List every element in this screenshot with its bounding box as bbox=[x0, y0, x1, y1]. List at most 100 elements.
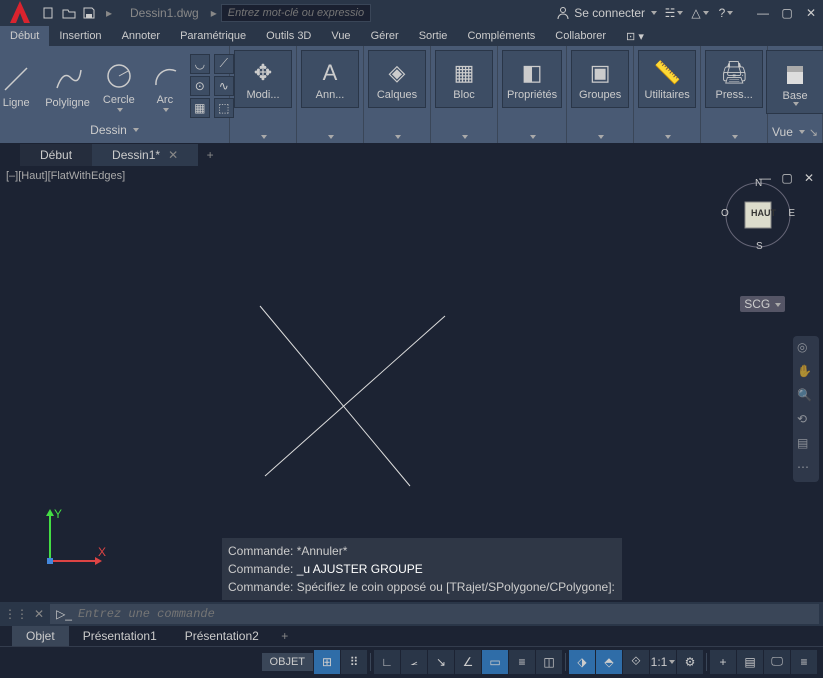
drawing-content bbox=[40, 196, 520, 576]
menu-tab-extra[interactable]: ⊡ ▾ bbox=[616, 26, 654, 46]
dynucs-toggle[interactable]: ⟐ bbox=[623, 650, 649, 674]
file-name: Dessin1.dwg bbox=[130, 6, 199, 20]
minimize-button[interactable]: — bbox=[755, 5, 771, 21]
arc-button[interactable]: Arc bbox=[144, 56, 186, 116]
search-chevron-icon[interactable]: ▸ bbox=[211, 6, 217, 20]
polyline-button[interactable]: Polyligne bbox=[41, 59, 94, 113]
panel-0-expand[interactable] bbox=[259, 133, 267, 141]
osnaptrack-toggle[interactable]: ∠ bbox=[455, 650, 481, 674]
cmdline-handle-icon[interactable]: ⋮⋮ bbox=[4, 607, 28, 621]
panel-3-button[interactable]: ▦Bloc bbox=[435, 50, 493, 108]
panel-5-expand[interactable] bbox=[596, 133, 604, 141]
svg-text:X: X bbox=[98, 545, 106, 559]
close-tab-icon[interactable]: ✕ bbox=[168, 148, 178, 162]
vue-panel-title[interactable]: Vue ↘ bbox=[772, 123, 818, 141]
lineweight-toggle[interactable]: ≡ bbox=[509, 650, 535, 674]
gear-icon[interactable]: ⚙ bbox=[677, 650, 703, 674]
qat-open-icon[interactable] bbox=[60, 4, 78, 22]
nav-wheel-icon[interactable]: ◎ bbox=[797, 340, 815, 358]
vp-close-icon[interactable]: ✕ bbox=[801, 170, 817, 186]
command-input[interactable] bbox=[78, 607, 813, 621]
panel-0-button[interactable]: ✥Modi... bbox=[234, 50, 292, 108]
snap-toggle[interactable]: ⠿ bbox=[341, 650, 367, 674]
isodraft-toggle[interactable]: ↘ bbox=[428, 650, 454, 674]
panel-2-expand[interactable] bbox=[393, 133, 401, 141]
menu-tab-annoter[interactable]: Annoter bbox=[112, 26, 171, 46]
layout-tab-model[interactable]: Objet bbox=[12, 626, 69, 646]
small-tool-1[interactable]: ◡ bbox=[190, 54, 210, 74]
close-button[interactable]: ✕ bbox=[803, 5, 819, 21]
menu-tab-compléments[interactable]: Compléments bbox=[457, 26, 545, 46]
keyword-search-input[interactable] bbox=[221, 4, 371, 22]
drawing-viewport[interactable]: [–][Haut][FlatWithEdges] — ▢ ✕ X Y HAUT … bbox=[0, 166, 823, 602]
nav-orbit-icon[interactable]: ⟲ bbox=[797, 412, 815, 430]
circle-button[interactable]: Cercle bbox=[98, 56, 140, 116]
user-icon bbox=[556, 6, 570, 20]
qat-save-icon[interactable] bbox=[80, 4, 98, 22]
menu-tab-vue[interactable]: Vue bbox=[321, 26, 360, 46]
panel-1-expand[interactable] bbox=[326, 133, 334, 141]
signin-button[interactable]: Se connecter bbox=[556, 6, 657, 20]
command-history: Commande: *Annuler* Commande: _u AJUSTER… bbox=[222, 538, 622, 600]
transparency-toggle[interactable]: ◫ bbox=[536, 650, 562, 674]
cart-icon[interactable]: ☵ bbox=[665, 4, 683, 22]
nav-pan-icon[interactable]: ✋ bbox=[797, 364, 815, 382]
status-model-label[interactable]: OBJET bbox=[262, 653, 313, 671]
qat-new-icon[interactable] bbox=[40, 4, 58, 22]
ribbon-tabs: DébutInsertionAnnoterParamétriqueOutils … bbox=[0, 26, 823, 46]
menu-tab-gérer[interactable]: Gérer bbox=[361, 26, 409, 46]
panel-1-button[interactable]: AAnn... bbox=[301, 50, 359, 108]
app-logo[interactable] bbox=[4, 0, 36, 29]
nav-zoom-icon[interactable]: 🔍 bbox=[797, 388, 815, 406]
scg-button[interactable]: SCG bbox=[740, 296, 785, 312]
svg-text:Y: Y bbox=[54, 507, 62, 521]
small-tool-2[interactable]: ⊙ bbox=[190, 76, 210, 96]
maximize-button[interactable]: ▢ bbox=[779, 5, 795, 21]
add-layout-button[interactable]: + bbox=[273, 626, 297, 646]
panel-2-button[interactable]: ◈Calques bbox=[368, 50, 426, 108]
panel-7-expand[interactable] bbox=[730, 133, 738, 141]
navigation-bar: ◎ ✋ 🔍 ⟲ ▤ ⋯ bbox=[793, 336, 819, 482]
menu-tab-sortie[interactable]: Sortie bbox=[409, 26, 458, 46]
osnap3d-toggle[interactable]: ⬘ bbox=[596, 650, 622, 674]
layout-tab-p1[interactable]: Présentation1 bbox=[69, 626, 171, 646]
nav-more-icon[interactable]: ⋯ bbox=[797, 460, 815, 478]
polar-toggle[interactable]: ⦟ bbox=[401, 650, 427, 674]
menu-tab-outils 3d[interactable]: Outils 3D bbox=[256, 26, 321, 46]
base-button[interactable]: Base bbox=[766, 50, 823, 114]
panel-4-expand[interactable] bbox=[528, 133, 536, 141]
layout-tab-p2[interactable]: Présentation2 bbox=[171, 626, 273, 646]
doc-tab-start[interactable]: Début bbox=[20, 144, 92, 166]
line-button[interactable]: Ligne bbox=[0, 59, 37, 113]
cloud-icon[interactable]: △ bbox=[691, 4, 709, 22]
small-tool-3[interactable]: ▦ bbox=[190, 98, 210, 118]
monitor-icon[interactable]: 🖵 bbox=[764, 650, 790, 674]
annoscale-button[interactable]: 1:1 bbox=[650, 650, 676, 674]
custom-icon[interactable]: ≡ bbox=[791, 650, 817, 674]
panel-4-button[interactable]: ◧Propriétés bbox=[502, 50, 562, 108]
menu-tab-paramétrique[interactable]: Paramétrique bbox=[170, 26, 256, 46]
viewport-label[interactable]: [–][Haut][FlatWithEdges] bbox=[6, 170, 125, 182]
panel-3-expand[interactable] bbox=[460, 133, 468, 141]
ortho-toggle[interactable]: ∟ bbox=[374, 650, 400, 674]
osnap2d-toggle[interactable]: ▭ bbox=[482, 650, 508, 674]
workspace-icon[interactable]: ▤ bbox=[737, 650, 763, 674]
menu-tab-insertion[interactable]: Insertion bbox=[49, 26, 111, 46]
addscale-icon[interactable]: + bbox=[710, 650, 736, 674]
panel-6-expand[interactable] bbox=[663, 133, 671, 141]
panel-7-button[interactable]: 🖨Press... bbox=[705, 50, 763, 108]
help-icon[interactable]: ? bbox=[717, 4, 735, 22]
selcycle-toggle[interactable]: ⬗ bbox=[569, 650, 595, 674]
menu-tab-collaborer[interactable]: Collaborer bbox=[545, 26, 616, 46]
ucs-icon[interactable]: X Y bbox=[40, 506, 110, 576]
nav-showmotion-icon[interactable]: ▤ bbox=[797, 436, 815, 454]
qat-more-icon[interactable]: ▸ bbox=[100, 4, 118, 22]
panel-6-button[interactable]: 📏Utilitaires bbox=[638, 50, 696, 108]
add-tab-button[interactable]: + bbox=[198, 144, 222, 166]
cmdline-close-icon[interactable]: ✕ bbox=[34, 607, 44, 621]
viewcube[interactable]: HAUT N S E O bbox=[723, 180, 793, 250]
panel-5-button[interactable]: ▣Groupes bbox=[571, 50, 629, 108]
doc-tab-drawing[interactable]: Dessin1* ✕ bbox=[92, 144, 198, 166]
draw-panel-title[interactable]: Dessin bbox=[90, 121, 139, 139]
grid-toggle[interactable]: ⊞ bbox=[314, 650, 340, 674]
